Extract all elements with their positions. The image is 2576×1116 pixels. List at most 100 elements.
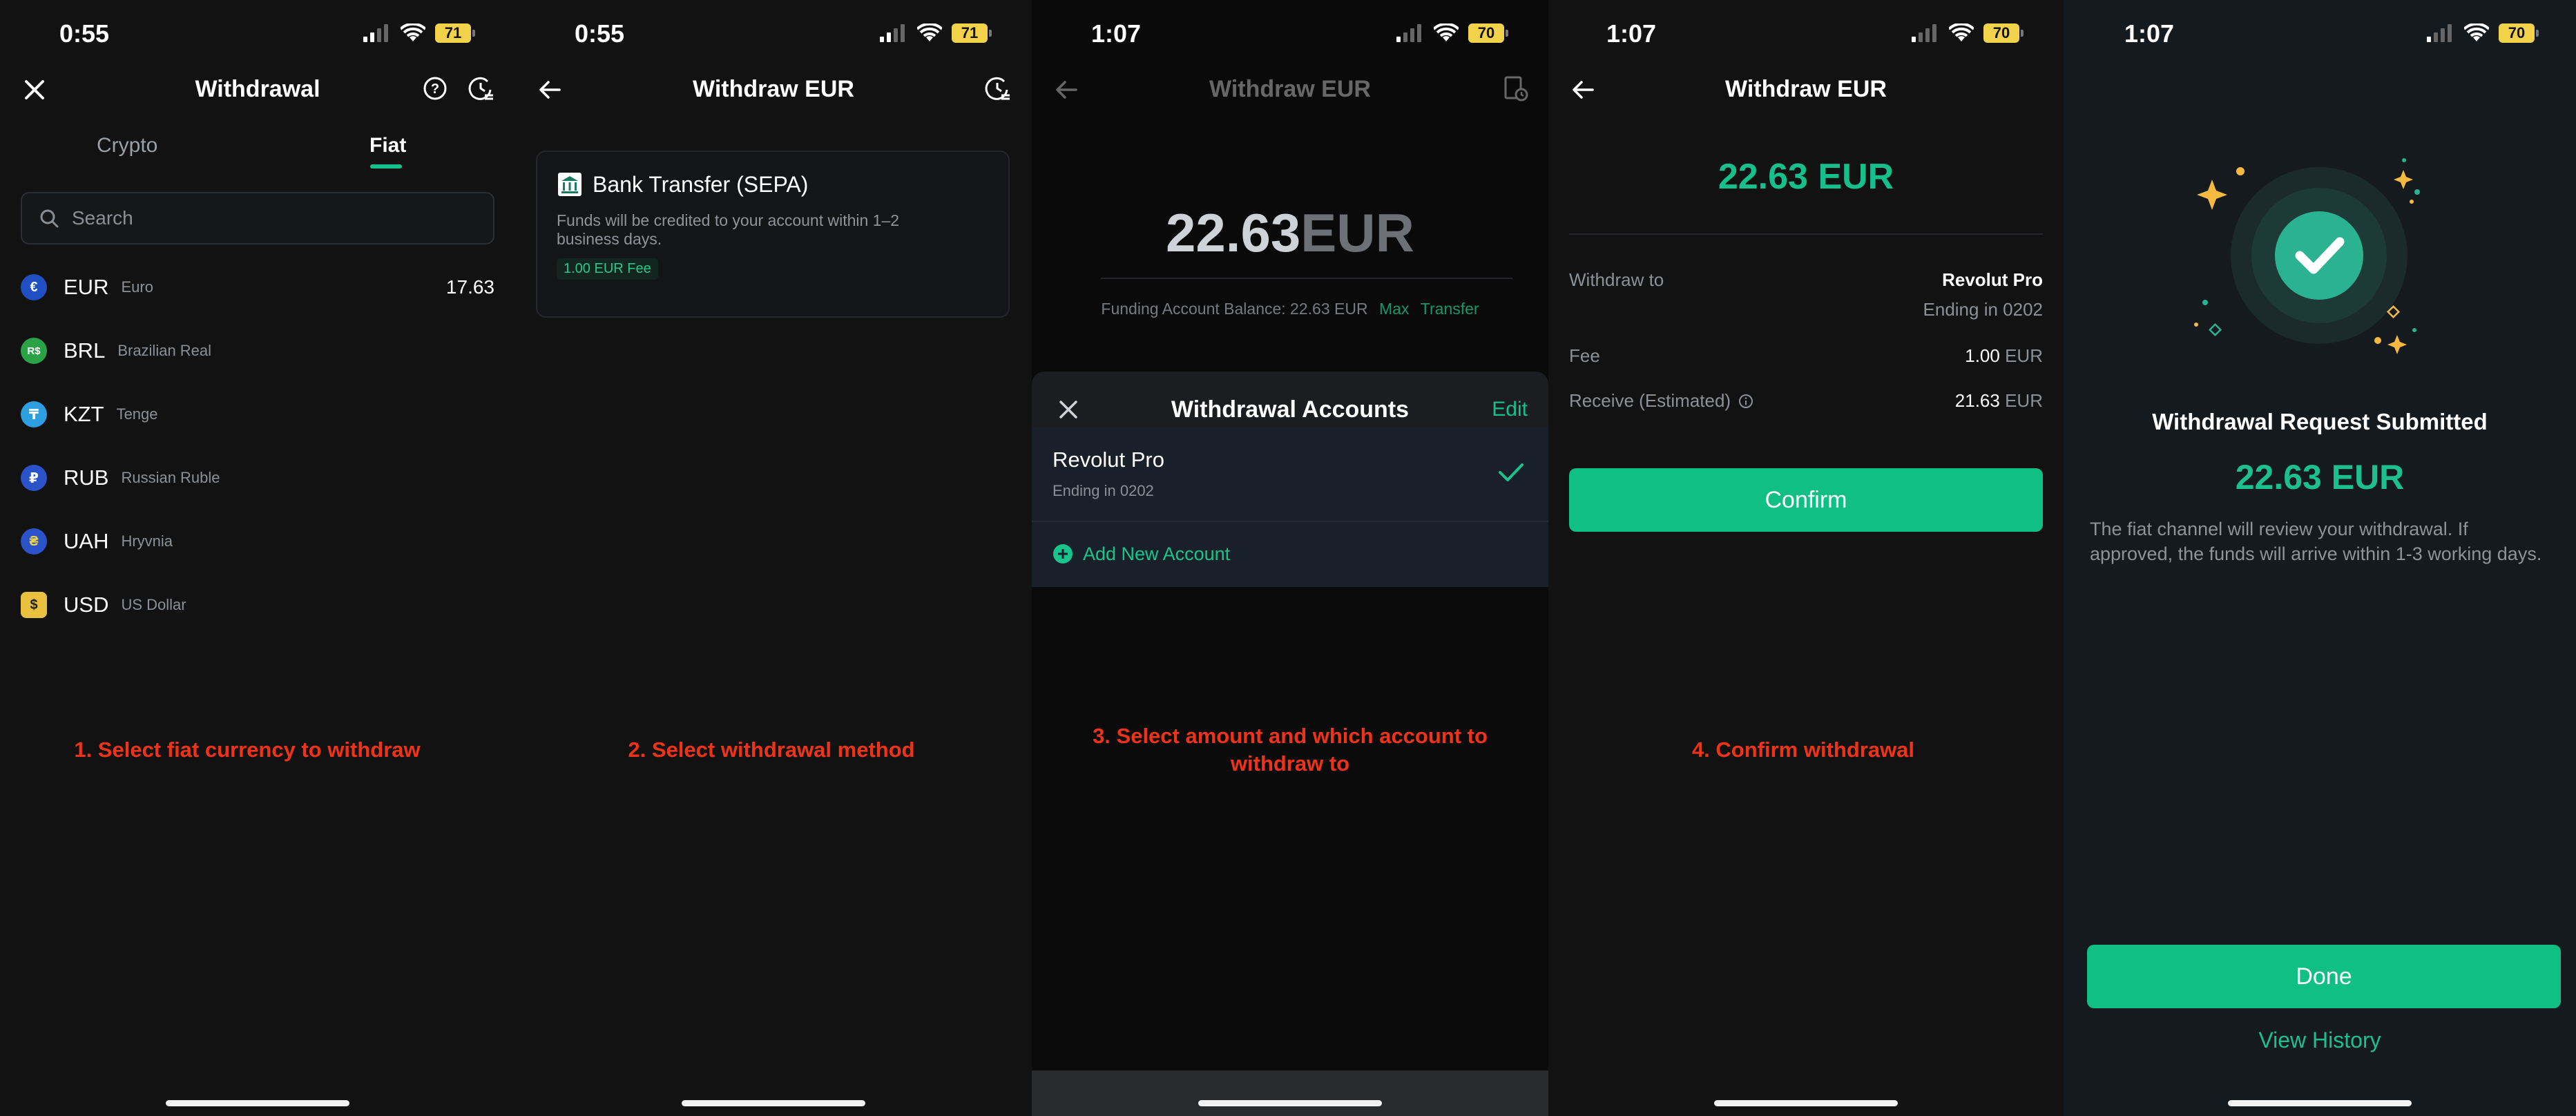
account-row-revolut[interactable]: Revolut Pro Ending in 0202 [1032,427,1548,522]
svg-text:?: ? [431,81,439,97]
step-caption: 4. Confirm withdrawal [1691,738,1915,762]
currency-code: KZT [64,402,104,426]
euro-icon: € [21,274,47,300]
fee-row: Fee 1.00 EUR [1569,345,2043,373]
fee-label: Fee [1569,345,1600,366]
currency-list: € EUR Euro 17.63 R$ BRL Brazilian Real ₸… [21,256,494,637]
signal-icon [1396,24,1421,42]
status-time: 0:55 [59,19,110,48]
receive-row: Receive (Estimated) 21.63 EUR [1569,390,2043,418]
battery-icon: 71 [952,23,992,43]
history-icon[interactable] [983,75,1012,102]
currency-name: Brazilian Real [117,342,212,359]
nav-bar: Withdraw EUR [515,66,1032,116]
battery-icon: 70 [1468,23,1508,43]
home-indicator [1198,1100,1382,1106]
screen-confirm-withdrawal: 1:07 70 Withdraw EUR 22.63 EUR Withdraw … [1548,0,2064,1116]
done-button[interactable]: Done [2087,945,2561,1008]
search-icon [40,209,59,228]
success-check-icon [2194,158,2420,354]
step-caption: 2. Select withdrawal method [628,738,915,762]
step-caption-line-2: withdraw to [1230,751,1350,776]
battery-icon: 70 [1983,23,2024,43]
status-bar: 0:55 71 [0,0,515,66]
step-caption: 3. Select amount and which account to wi… [1032,722,1548,778]
balance-text: Funding Account Balance: 22.63 EUR [1101,300,1368,318]
signal-icon [2427,24,2452,42]
account-list: Revolut Pro Ending in 0202 Add New Accou… [1032,427,1548,587]
fee-value: 1.00 [1965,345,2000,366]
add-new-account-button[interactable]: Add New Account [1032,522,1548,586]
tab-crypto[interactable]: Crypto [97,134,157,157]
tab-active-indicator [370,164,402,169]
nav-bar: Withdraw EUR [1032,66,1548,116]
history-icon[interactable] [467,75,496,102]
divider [1101,278,1512,279]
battery-icon: 70 [2499,23,2539,43]
page-title: Withdraw EUR [1725,76,1887,102]
currency-row-brl[interactable]: R$ BRL Brazilian Real [21,319,494,383]
currency-name: Tenge [116,405,158,423]
screen-select-currency: 0:55 71 Withdrawal ? Crypto Fiat Search … [0,0,515,1116]
receive-unit: EUR [2005,390,2043,411]
help-icon[interactable]: ? [421,75,449,102]
home-indicator [166,1100,349,1106]
wifi-icon [1434,23,1459,41]
status-time: 1:07 [2124,19,2175,48]
home-indicator [2228,1100,2412,1106]
check-icon [1499,463,1524,481]
currency-row-rub[interactable]: ₽ RUB Russian Ruble [21,446,494,510]
currency-code: USD [64,593,109,617]
max-link[interactable]: Max [1379,300,1409,318]
status-bar: 1:07 70 [2064,0,2576,66]
withdraw-to-label: Withdraw to [1569,269,1664,290]
page-title: Withdraw EUR [1209,76,1371,102]
signal-icon [1912,24,1936,42]
info-icon[interactable] [1738,394,1753,409]
receive-label-text: Receive (Estimated) [1569,390,1731,411]
search-box[interactable] [21,192,494,244]
signal-icon [363,24,388,42]
amount-display[interactable]: 22.63EUR [1032,202,1548,264]
nav-bar: Withdraw EUR [1548,66,2064,116]
method-bank-transfer-card[interactable]: Bank Transfer (SEPA) Funds will be credi… [536,151,1010,318]
step-caption-line-1: 3. Select amount and which account to [1093,724,1488,748]
currency-name: US Dollar [121,596,186,613]
currency-code: BRL [64,338,106,363]
transfer-link[interactable]: Transfer [1421,300,1479,318]
tenge-icon: ₸ [21,401,47,427]
home-indicator [1714,1100,1898,1106]
confirm-amount: 22.63 EUR [1718,157,1894,197]
currency-row-usd[interactable]: $ USD US Dollar [21,573,494,637]
tab-fiat[interactable]: Fiat [369,134,406,157]
currency-row-uah[interactable]: ₴ UAH Hryvnia [21,510,494,573]
amount-value: 22.63 [1166,202,1301,263]
wifi-icon [2464,23,2489,41]
dollar-icon: $ [21,592,47,618]
account-name: Revolut Pro [1052,448,1164,472]
page-title: Withdraw EUR [693,76,854,102]
tab-bar: Crypto Fiat [0,131,515,175]
view-history-link[interactable]: View History [2064,1028,2576,1053]
divider [1569,233,2043,235]
battery-icon: 71 [435,23,475,43]
status-time: 0:55 [575,19,625,48]
currency-code: EUR [64,275,109,299]
currency-name: Hryvnia [121,532,173,550]
search-input[interactable] [72,207,472,229]
screen-select-amount-account: 1:07 70 Withdraw EUR 22.63EUR Funding Ac… [1032,0,1548,1116]
real-icon: R$ [21,338,47,364]
hryvnia-icon: ₴ [21,528,47,555]
status-bar: 1:07 70 [1032,0,1548,66]
success-amount: 22.63 EUR [2235,458,2405,497]
edit-button[interactable]: Edit [1492,398,1528,421]
method-title: Bank Transfer (SEPA) [593,171,809,197]
status-time: 1:07 [1091,19,1142,48]
withdraw-to-ending: Ending in 0202 [1923,299,2043,320]
wifi-icon [1949,23,1974,41]
confirm-button[interactable]: Confirm [1569,468,2043,532]
account-ending: Ending in 0202 [1052,482,1154,499]
currency-row-eur[interactable]: € EUR Euro 17.63 [21,256,494,319]
currency-row-kzt[interactable]: ₸ KZT Tenge [21,383,494,446]
records-icon[interactable] [1501,75,1529,102]
